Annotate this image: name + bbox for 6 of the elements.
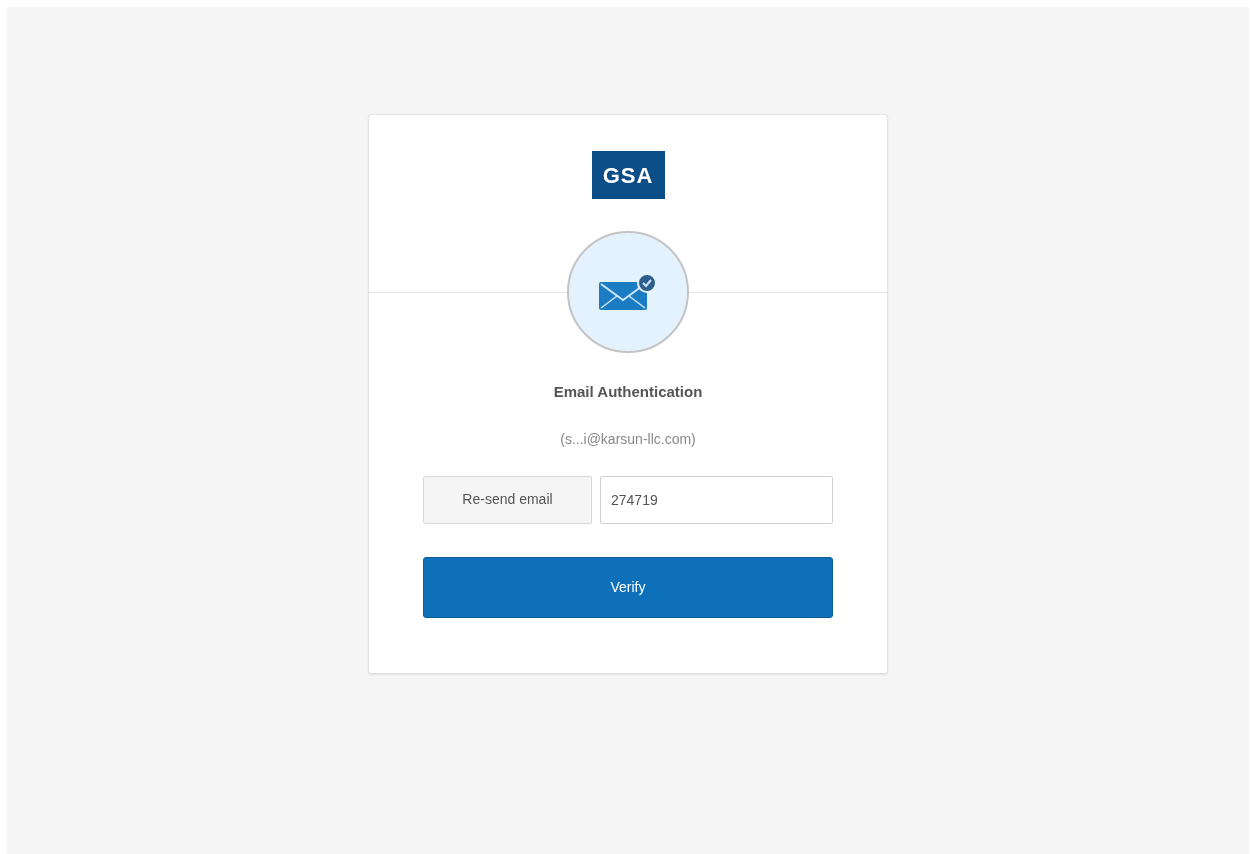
verify-button[interactable]: Verify (423, 556, 833, 618)
page-title: Email Authentication (553, 382, 703, 402)
resend-email-button[interactable]: Re-send email (423, 475, 592, 524)
email-address: (s...i@karsun-llc.com) (560, 429, 696, 449)
code-field[interactable]: 274719 (600, 475, 833, 524)
gsa-logo: GSA (591, 151, 665, 199)
